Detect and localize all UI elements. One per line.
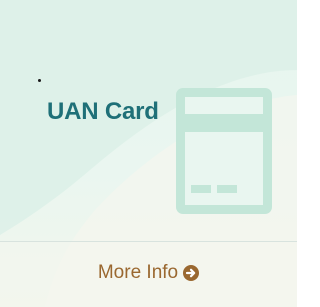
more-info-link[interactable]: More Info bbox=[0, 241, 297, 307]
decorative-dot bbox=[38, 79, 41, 82]
tile-title: UAN Card bbox=[47, 98, 159, 125]
more-info-label: More Info bbox=[97, 261, 179, 283]
uan-card-tile[interactable]: UAN Card More Info bbox=[0, 0, 297, 307]
credit-card-icon bbox=[176, 88, 272, 214]
circle-arrow-right-icon bbox=[183, 264, 200, 281]
